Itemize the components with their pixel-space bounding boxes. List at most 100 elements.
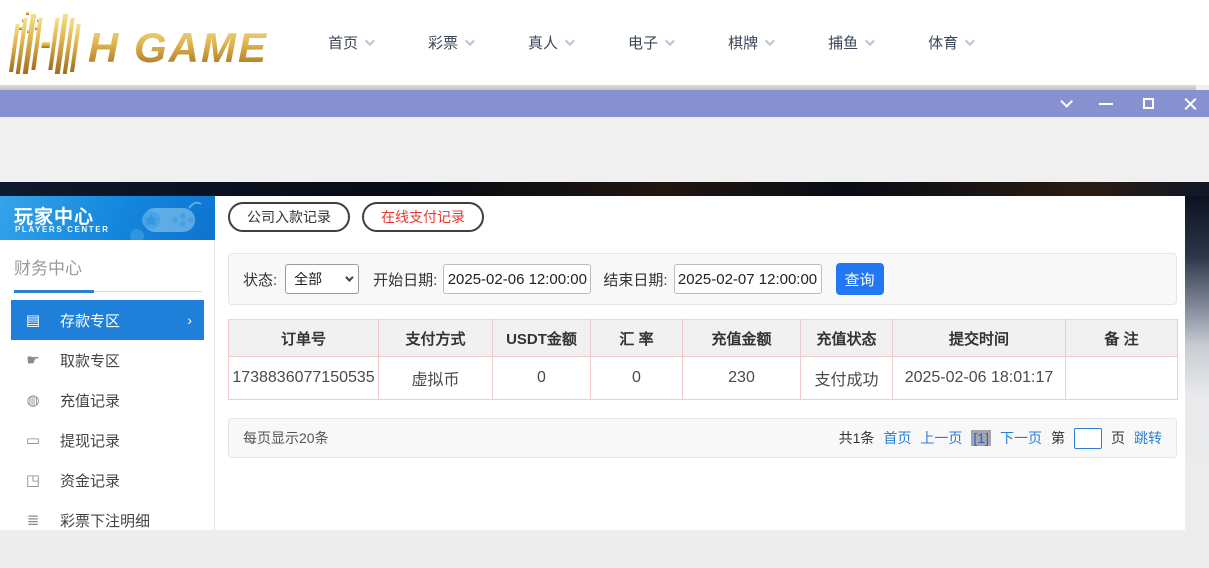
jump-prefix-label: 第 — [1051, 428, 1065, 448]
sidebar-menu: ▤ 存款专区 › ☛ 取款专区 ◍ 充值记录 ▭ 提现记录 ◳ — [0, 300, 214, 540]
sidebar-item-label: 取款专区 — [60, 350, 120, 371]
finance-section-label: 财务中心 — [14, 254, 214, 279]
sidebar-item-withdraw-record[interactable]: ▭ 提现记录 — [0, 420, 214, 460]
window-controls — [1055, 90, 1199, 117]
tab-online-payment-record[interactable]: 在线支付记录 — [362, 202, 484, 232]
chevron-down-icon — [465, 36, 475, 46]
status-label: 状态: — [243, 269, 277, 290]
nav-item-lottery[interactable]: 彩票 — [428, 32, 472, 53]
sidebar: 玩家中心 PLAYERS CENTER 财务中心 ▤ 存款专区 › ☛ 取款专区 — [0, 196, 215, 530]
wallet-icon: ▭ — [24, 431, 42, 449]
sidebar-item-label: 彩票下注明细 — [60, 510, 150, 531]
next-page-link[interactable]: 下一页 — [1000, 428, 1042, 448]
logo-text: H GAME — [88, 24, 268, 71]
col-rate: 汇 率 — [591, 320, 683, 357]
site-logo[interactable]: H GAME — [6, 8, 286, 78]
banner-strip — [0, 182, 1209, 196]
chevron-down-icon — [765, 36, 775, 46]
nav-label: 彩票 — [428, 32, 458, 53]
main-nav: 首页 彩票 真人 电子 棋牌 捕鱼 体育 — [328, 0, 972, 85]
cell-usdt-amount: 0 — [493, 357, 591, 400]
background-image-strip — [1185, 196, 1209, 530]
chevron-down-icon — [365, 36, 375, 46]
chevron-down-icon — [965, 36, 975, 46]
first-page-link[interactable]: 首页 — [883, 428, 911, 448]
pager: 共1条 首页 上一页 [1] 下一页 第 页 跳转 — [839, 428, 1162, 449]
cell-remark — [1066, 357, 1178, 400]
cell-recharge-amount: 230 — [683, 357, 801, 400]
nav-item-live[interactable]: 真人 — [528, 32, 572, 53]
end-date-label: 结束日期: — [603, 269, 667, 290]
cell-pay-method: 虚拟币 — [379, 357, 493, 400]
per-page-label: 每页显示20条 — [243, 428, 329, 448]
chevron-down-icon — [665, 36, 675, 46]
col-usdt-amount: USDT金额 — [493, 320, 591, 357]
nav-label: 首页 — [328, 32, 358, 53]
sidebar-item-label: 提现记录 — [60, 430, 120, 451]
chevron-down-icon[interactable] — [1055, 95, 1073, 113]
end-date-input[interactable] — [674, 264, 822, 294]
withdraw-hand-icon: ☛ — [24, 351, 42, 369]
current-page-indicator: [1] — [971, 430, 991, 446]
deposit-card-icon: ▤ — [24, 311, 42, 329]
status-select[interactable]: 全部 — [285, 264, 359, 294]
player-center-subtitle: PLAYERS CENTER — [15, 225, 110, 234]
col-order-no: 订单号 — [229, 320, 379, 357]
finance-section: 财务中心 — [0, 240, 214, 292]
nav-item-home[interactable]: 首页 — [328, 32, 372, 53]
table-header-row: 订单号 支付方式 USDT金额 汇 率 充值金额 充值状态 提交时间 备 注 — [229, 320, 1178, 357]
total-count: 共1条 — [839, 428, 875, 448]
start-date-input[interactable] — [443, 264, 591, 294]
col-remark: 备 注 — [1066, 320, 1178, 357]
search-button[interactable]: 查询 — [836, 263, 884, 295]
sidebar-item-label: 充值记录 — [60, 390, 120, 411]
gamepad-icon — [129, 198, 209, 240]
start-date-label: 开始日期: — [373, 269, 437, 290]
cell-submit-time: 2025-02-06 18:01:17 — [893, 357, 1066, 400]
cell-order-no: 1738836077150535 — [229, 357, 379, 400]
footer-background — [0, 531, 1209, 568]
nav-label: 体育 — [928, 32, 958, 53]
spacer-zone — [0, 117, 1209, 182]
page-jump-input[interactable] — [1074, 428, 1102, 449]
sidebar-item-funds-record[interactable]: ◳ 资金记录 — [0, 460, 214, 500]
sidebar-item-deposit[interactable]: ▤ 存款专区 › — [11, 300, 204, 340]
col-recharge-amount: 充值金额 — [683, 320, 801, 357]
maximize-icon[interactable] — [1139, 95, 1157, 113]
pagination-bar: 每页显示20条 共1条 首页 上一页 [1] 下一页 第 页 跳转 — [228, 418, 1177, 458]
nav-item-slots[interactable]: 电子 — [628, 32, 672, 53]
status-select-value: 全部 — [294, 269, 322, 289]
prev-page-link[interactable]: 上一页 — [920, 428, 962, 448]
nav-item-cards[interactable]: 棋牌 — [728, 32, 772, 53]
jump-suffix-label: 页 — [1111, 428, 1125, 448]
chevron-down-icon — [565, 36, 575, 46]
funds-record-icon: ◳ — [24, 471, 42, 489]
jump-button[interactable]: 跳转 — [1134, 428, 1162, 448]
nav-label: 真人 — [528, 32, 558, 53]
minimize-icon[interactable] — [1097, 95, 1115, 113]
nav-item-sports[interactable]: 体育 — [928, 32, 972, 53]
sidebar-item-recharge-record[interactable]: ◍ 充值记录 — [0, 380, 214, 420]
chevron-down-icon — [345, 273, 353, 281]
col-recharge-status: 充值状态 — [801, 320, 893, 357]
money-bag-icon: ◍ — [24, 391, 42, 409]
nav-label: 电子 — [628, 32, 658, 53]
sidebar-item-withdraw[interactable]: ☛ 取款专区 — [0, 340, 214, 380]
logo-graphic: H GAME — [6, 8, 286, 78]
page: H GAME 首页 彩票 真人 电子 棋牌 捕鱼 体育 — [0, 0, 1209, 568]
content-area: 玩家中心 PLAYERS CENTER 财务中心 ▤ 存款专区 › ☛ 取款专区 — [0, 196, 1209, 530]
table-row: 1738836077150535 虚拟币 0 0 230 支付成功 2025-0… — [229, 357, 1178, 400]
col-submit-time: 提交时间 — [893, 320, 1066, 357]
main-panel: 公司入款记录 在线支付记录 状态: 全部 开始日期: 结束日期: 查询 — [215, 196, 1185, 530]
tab-company-deposit-record[interactable]: 公司入款记录 — [228, 202, 350, 232]
sidebar-item-label: 存款专区 — [60, 310, 120, 331]
chevron-right-icon: › — [187, 312, 192, 328]
logo-mark — [9, 14, 81, 74]
bet-detail-list-icon: ≣ — [24, 511, 42, 529]
payment-records-table: 订单号 支付方式 USDT金额 汇 率 充值金额 充值状态 提交时间 备 注 1… — [228, 319, 1178, 400]
site-header: H GAME 首页 彩票 真人 电子 棋牌 捕鱼 体育 — [0, 0, 1209, 85]
close-icon[interactable] — [1181, 95, 1199, 113]
player-center-header: 玩家中心 PLAYERS CENTER — [0, 196, 215, 240]
nav-item-fishing[interactable]: 捕鱼 — [828, 32, 872, 53]
cell-recharge-status: 支付成功 — [801, 357, 893, 400]
